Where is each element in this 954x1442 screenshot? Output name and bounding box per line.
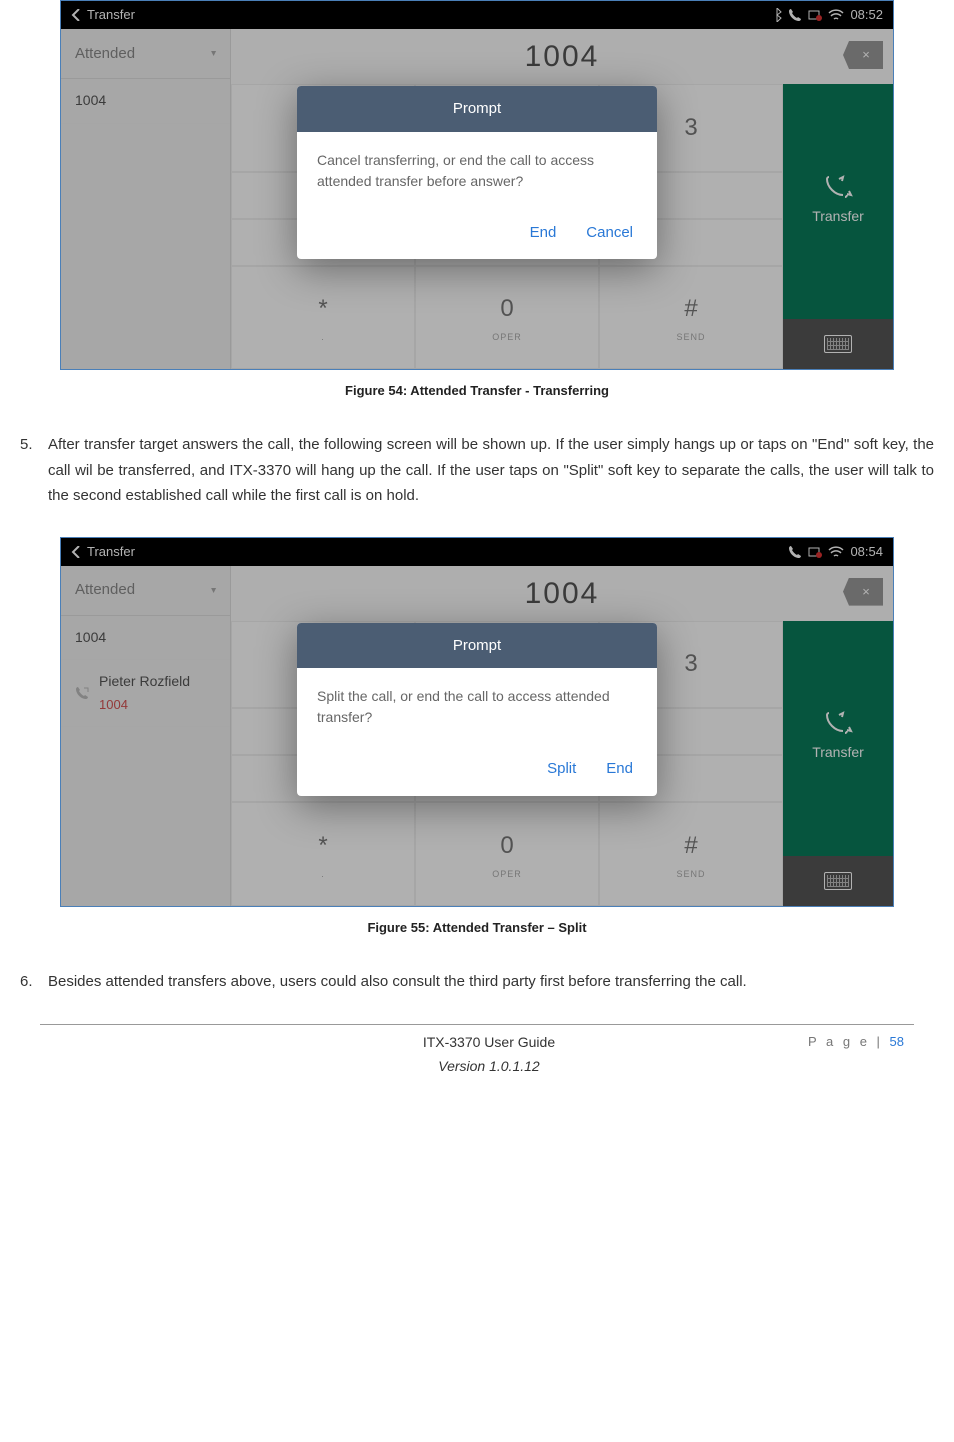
split-button[interactable]: Split xyxy=(547,756,576,782)
step-text: After transfer target answers the call, … xyxy=(48,432,934,509)
figure-54-screenshot: Transfer 08:52 Attended ▸ 1004 1004 × xyxy=(60,0,894,370)
page-label: P a g e | xyxy=(808,1034,890,1049)
cancel-button[interactable]: Cancel xyxy=(586,220,633,246)
step-6: 6. Besides attended transfers above, use… xyxy=(20,969,934,995)
step-number: 6. xyxy=(20,969,48,995)
step-number: 5. xyxy=(20,432,48,509)
step-text: Besides attended transfers above, users … xyxy=(48,969,934,995)
end-button[interactable]: End xyxy=(606,756,633,782)
footer-guide: ITX-3370 User Guide xyxy=(170,1031,808,1055)
page-indicator: P a g e | 58 xyxy=(808,1031,904,1053)
prompt-dialog: Prompt Split the call, or end the call t… xyxy=(297,623,657,796)
footer-divider xyxy=(40,1024,914,1025)
prompt-dialog: Prompt Cancel transferring, or end the c… xyxy=(297,86,657,259)
figure-caption-55: Figure 55: Attended Transfer – Split xyxy=(20,917,934,939)
figure-55-screenshot: Transfer 08:54 Attended ▸ 1004 Pieter Ro… xyxy=(60,537,894,907)
dialog-title: Prompt xyxy=(297,623,657,669)
dialog-overlay: Prompt Split the call, or end the call t… xyxy=(61,538,893,906)
dialog-title: Prompt xyxy=(297,86,657,132)
footer-version: Version 1.0.1.12 xyxy=(170,1055,808,1079)
figure-caption-54: Figure 54: Attended Transfer - Transferr… xyxy=(20,380,934,402)
dialog-overlay: Prompt Cancel transferring, or end the c… xyxy=(61,1,893,369)
end-button[interactable]: End xyxy=(530,220,557,246)
page-number: 58 xyxy=(890,1034,904,1049)
step-5: 5. After transfer target answers the cal… xyxy=(20,432,934,509)
dialog-body: Split the call, or end the call to acces… xyxy=(297,668,657,746)
dialog-body: Cancel transferring, or end the call to … xyxy=(297,132,657,210)
page-footer: ITX-3370 User Guide Version 1.0.1.12 P a… xyxy=(20,1031,934,1099)
